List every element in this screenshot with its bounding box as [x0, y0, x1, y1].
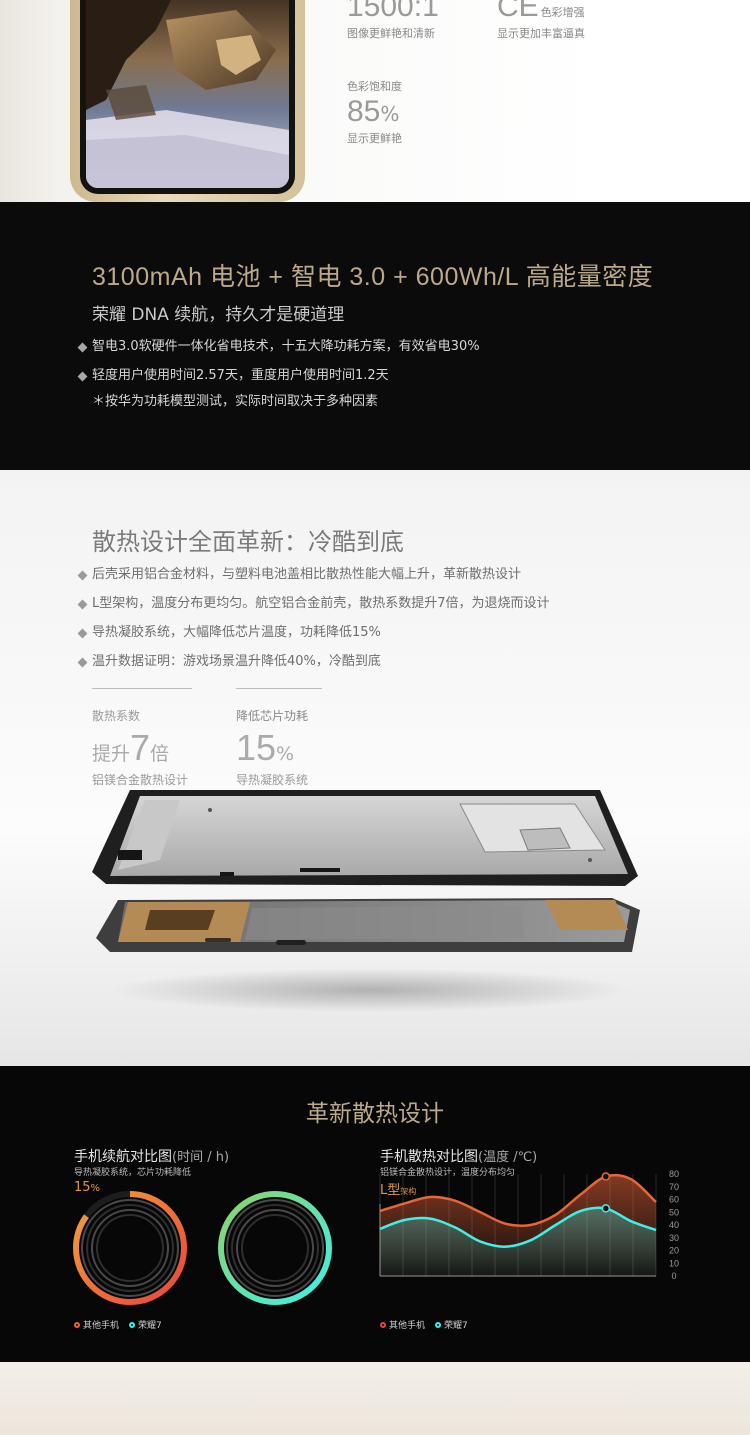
bullet-text: L型架构，温度分布更均匀。航空铝合金前壳，散热系数提升7倍，为退烧而设计: [92, 596, 550, 611]
landscape-photo: [86, 0, 289, 188]
legend-marker-icon: [74, 1321, 80, 1328]
stat-suffix: 倍: [150, 743, 170, 765]
stat-value: 15%: [236, 727, 322, 769]
chart-title-text: 手机续航对比图: [74, 1149, 172, 1165]
charts-section: 革新散热设计 手机续航对比图(时间 / h) 导热凝胶系统，芯片功耗降低 15%…: [0, 1066, 750, 1362]
list-item: L型架构，温度分布更均匀。航空铝合金前壳，散热系数提升7倍，为退烧而设计: [77, 596, 550, 625]
peak-marker: [601, 1204, 611, 1213]
saturation-spec: 色彩饱和度 85% 显示更鲜艳: [347, 78, 402, 146]
stat-number: 15: [236, 727, 277, 768]
saturation-unit: %: [380, 102, 400, 126]
y-tick-label: 70: [669, 1182, 679, 1192]
ring-grid: [96, 1214, 164, 1282]
divider: [236, 688, 322, 689]
legend-item: 其他手机: [380, 1318, 425, 1331]
bullet-icon: [77, 371, 88, 382]
chart-unit: (时间 / h): [172, 1150, 230, 1165]
ce-desc: 显示更加丰富逼真: [497, 27, 585, 40]
temperature-chart-legend: 其他手机 荣耀7: [380, 1318, 468, 1331]
stat-label: 散热系数: [92, 709, 141, 723]
list-item: 智电3.0软硬件一体化省电技术，十五大降功耗方案，有效省电30%: [77, 339, 480, 368]
battery-chart-legend: 其他手机 荣耀7: [74, 1318, 162, 1331]
ring-grid: [91, 1209, 169, 1287]
bullet-icon: [77, 570, 88, 581]
ring-grid: [231, 1204, 319, 1292]
stat-chip-power: 降低芯片功耗 15% 导热凝胶系统: [236, 688, 322, 788]
bullet-icon: [77, 599, 88, 610]
saturation-value: 85: [347, 95, 381, 128]
y-tick-label: 20: [669, 1246, 679, 1256]
battery-note: ＊按华为功耗模型测试，实际时间取决于多种因素: [92, 394, 379, 409]
stat-number: 7: [130, 727, 151, 768]
next-section-strip: [0, 1362, 750, 1435]
ring-grid: [236, 1209, 314, 1287]
y-tick-label: 60: [669, 1195, 679, 1205]
saturation-desc: 显示更鲜艳: [347, 132, 402, 145]
list-item: 导热凝胶系统，大幅降低芯片温度，功耗降低15%: [77, 625, 550, 654]
bullet-icon: [77, 342, 88, 353]
divider: [92, 688, 192, 689]
bullet-icon: [77, 628, 88, 639]
ring-grid: [86, 1204, 174, 1292]
y-tick-label: 40: [669, 1220, 679, 1230]
y-tick-label: 50: [669, 1207, 679, 1217]
stat-prefix: 提升: [92, 743, 131, 765]
bullet-text: 导热凝胶系统，大幅降低芯片温度，功耗降低15%: [92, 625, 381, 640]
ce-spec: CE 色彩增强 显示更加丰富逼真: [497, 0, 585, 41]
contrast-spec: 1500:1 图像更鲜艳和清新: [347, 0, 439, 41]
y-tick-label: 0: [671, 1271, 676, 1281]
charts-title: 革新散热设计: [306, 1101, 444, 1127]
legend-item: 其他手机: [74, 1318, 119, 1331]
cooling-section: 散热设计全面革新：冷酷到底 后壳采用铝合金材料，与塑料电池盖相比散热性能大幅上升…: [0, 470, 750, 1066]
peak-marker: [601, 1172, 611, 1181]
battery-bullets: 智电3.0软硬件一体化省电技术，十五大降功耗方案，有效省电30% 轻度用户使用时…: [77, 339, 480, 397]
list-item: 温升数据证明：游戏场景温升降低40%，冷酷到底: [77, 654, 550, 683]
battery-title: 3100mAh 电池 + 智电 3.0 + 600Wh/L 高能量密度: [92, 263, 654, 291]
battery-chart-desc: 导热凝胶系统，芯片功耗降低: [74, 1168, 192, 1178]
ce-value: CE: [497, 0, 539, 23]
contrast-value: 1500:1: [347, 0, 439, 23]
contrast-desc: 图像更鲜艳和清新: [347, 27, 435, 40]
legend-label: 其他手机: [389, 1321, 426, 1331]
stat-suffix: %: [276, 743, 295, 765]
bullet-text: 智电3.0软硬件一体化省电技术，十五大降功耗方案，有效省电30%: [92, 339, 480, 354]
stat-label: 降低芯片功耗: [236, 709, 309, 723]
ce-suffix: 色彩增强: [540, 6, 585, 19]
y-tick-label: 30: [669, 1233, 679, 1243]
battery-section: 3100mAh 电池 + 智电 3.0 + 600Wh/L 高能量密度 荣耀 D…: [0, 202, 750, 470]
bullet-text: 轻度用户使用时间2.57天，重度用户使用时间1.2天: [92, 368, 389, 383]
battery-ring-chart: [73, 1191, 332, 1305]
legend-label: 荣耀7: [138, 1321, 162, 1331]
legend-marker-icon: [435, 1321, 442, 1328]
legend-label: 荣耀7: [444, 1321, 468, 1331]
stat-sub: 铝镁合金散热设计: [92, 773, 189, 787]
bullet-icon: [77, 657, 88, 668]
saturation-label: 色彩饱和度: [347, 80, 402, 93]
stat-heat-coefficient: 散热系数 提升7倍 铝镁合金散热设计: [92, 688, 192, 788]
battery-chart-title: 手机续航对比图(时间 / h): [74, 1146, 229, 1166]
list-item: 后壳采用铝合金材料，与塑料电池盖相比散热性能大幅上升，革新散热设计: [77, 567, 550, 596]
bullet-text: 后壳采用铝合金材料，与塑料电池盖相比散热性能大幅上升，革新散热设计: [92, 567, 522, 582]
stat-sub: 导热凝胶系统: [236, 773, 309, 787]
legend-marker-icon: [129, 1321, 136, 1328]
battery-subtitle: 荣耀 DNA 续航，持久才是硬道理: [92, 305, 345, 325]
temperature-area-chart: 0 10 20 30 40 50 60 70 80: [379, 1169, 679, 1281]
legend-item: 荣耀7: [435, 1318, 468, 1331]
legend-marker-icon: [380, 1321, 386, 1328]
legend-item: 荣耀7: [129, 1318, 162, 1331]
cooling-bullets: 后壳采用铝合金材料，与塑料电池盖相比散热性能大幅上升，革新散热设计 L型架构，温…: [77, 567, 550, 683]
bullet-text: 温升数据证明：游戏场景温升降低40%，冷酷到底: [92, 654, 381, 669]
phone-frame-exploded-view: [0, 790, 750, 1066]
phone-screen: [80, 0, 295, 194]
stat-value: 提升7倍: [92, 727, 192, 769]
legend-label: 其他手机: [83, 1321, 120, 1331]
cooling-title: 散热设计全面革新：冷酷到底: [92, 528, 404, 556]
y-tick-label: 10: [669, 1258, 679, 1268]
ring-grid: [241, 1214, 309, 1282]
y-tick-label: 80: [669, 1169, 679, 1179]
display-specs-section: 1500:1 图像更鲜艳和清新 CE 色彩增强 显示更加丰富逼真 色彩饱和度 8…: [0, 0, 750, 202]
